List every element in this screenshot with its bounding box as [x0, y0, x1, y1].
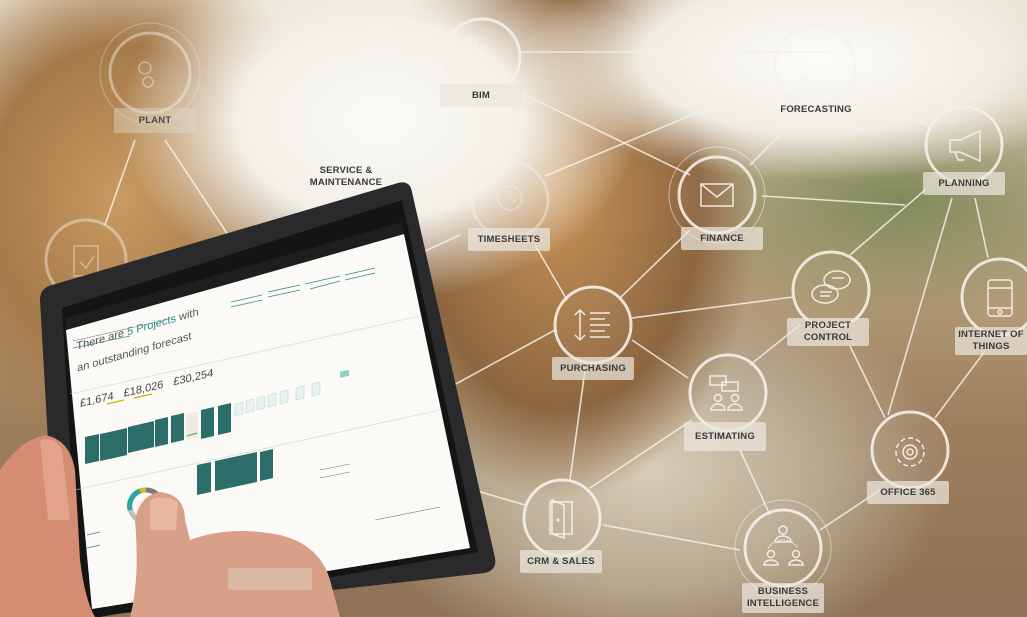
hands	[0, 435, 340, 617]
node-label-download	[228, 568, 312, 590]
background-photo: PLANT SERVICE & MAINTENANCE BIM TIMESHEE…	[0, 0, 1027, 617]
